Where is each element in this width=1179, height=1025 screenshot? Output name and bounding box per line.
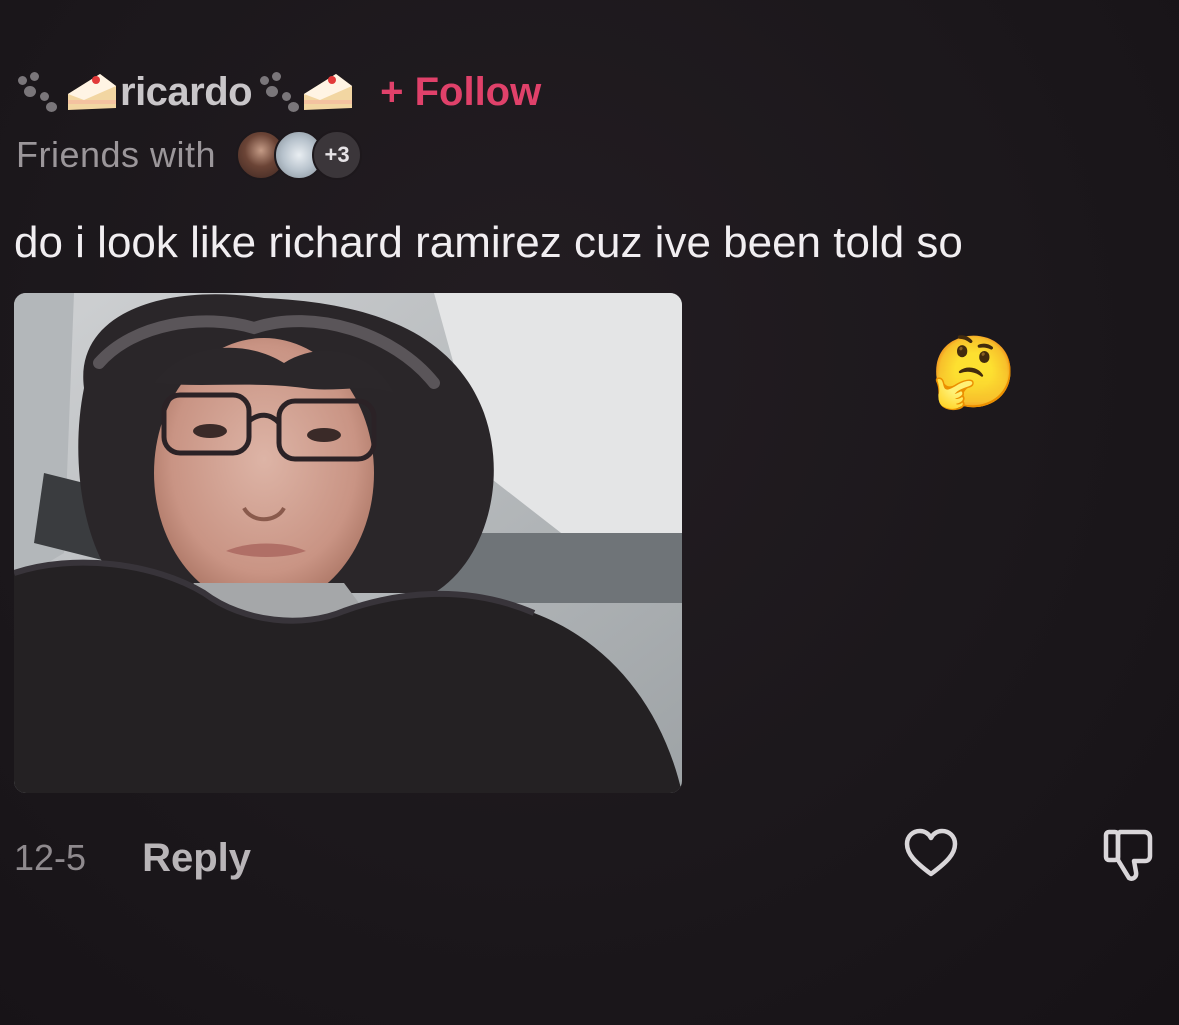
friends-with-row[interactable]: Friends with +3 [16, 130, 363, 180]
thumbs-down-icon[interactable] [1100, 826, 1160, 884]
username[interactable]: ricardo [120, 70, 253, 115]
comment-header: ricardo + Follow [14, 62, 541, 122]
friend-avatars[interactable]: +3 [236, 130, 363, 180]
paw-print-icon [256, 70, 300, 114]
comment-date: 12-5 [14, 837, 87, 878]
comment-item: ricardo + Follow Friends with +3 do i lo… [0, 0, 1179, 1025]
comment-footer: 12-5 Reply [14, 830, 251, 886]
friends-with-label: Friends with [16, 134, 217, 175]
paw-print-icon [14, 70, 58, 114]
attached-photo[interactable] [14, 293, 682, 793]
more-friends-count: +3 [312, 130, 363, 180]
follow-button[interactable]: + Follow [380, 70, 541, 115]
cake-slice-icon [302, 70, 354, 114]
comment-text: do i look like richard ramirez cuz ive b… [14, 218, 963, 267]
thinking-face-emoji: 🤔 [930, 333, 1018, 411]
reply-button[interactable]: Reply [142, 836, 251, 881]
heart-icon[interactable] [903, 826, 959, 882]
cake-slice-icon [66, 70, 118, 114]
